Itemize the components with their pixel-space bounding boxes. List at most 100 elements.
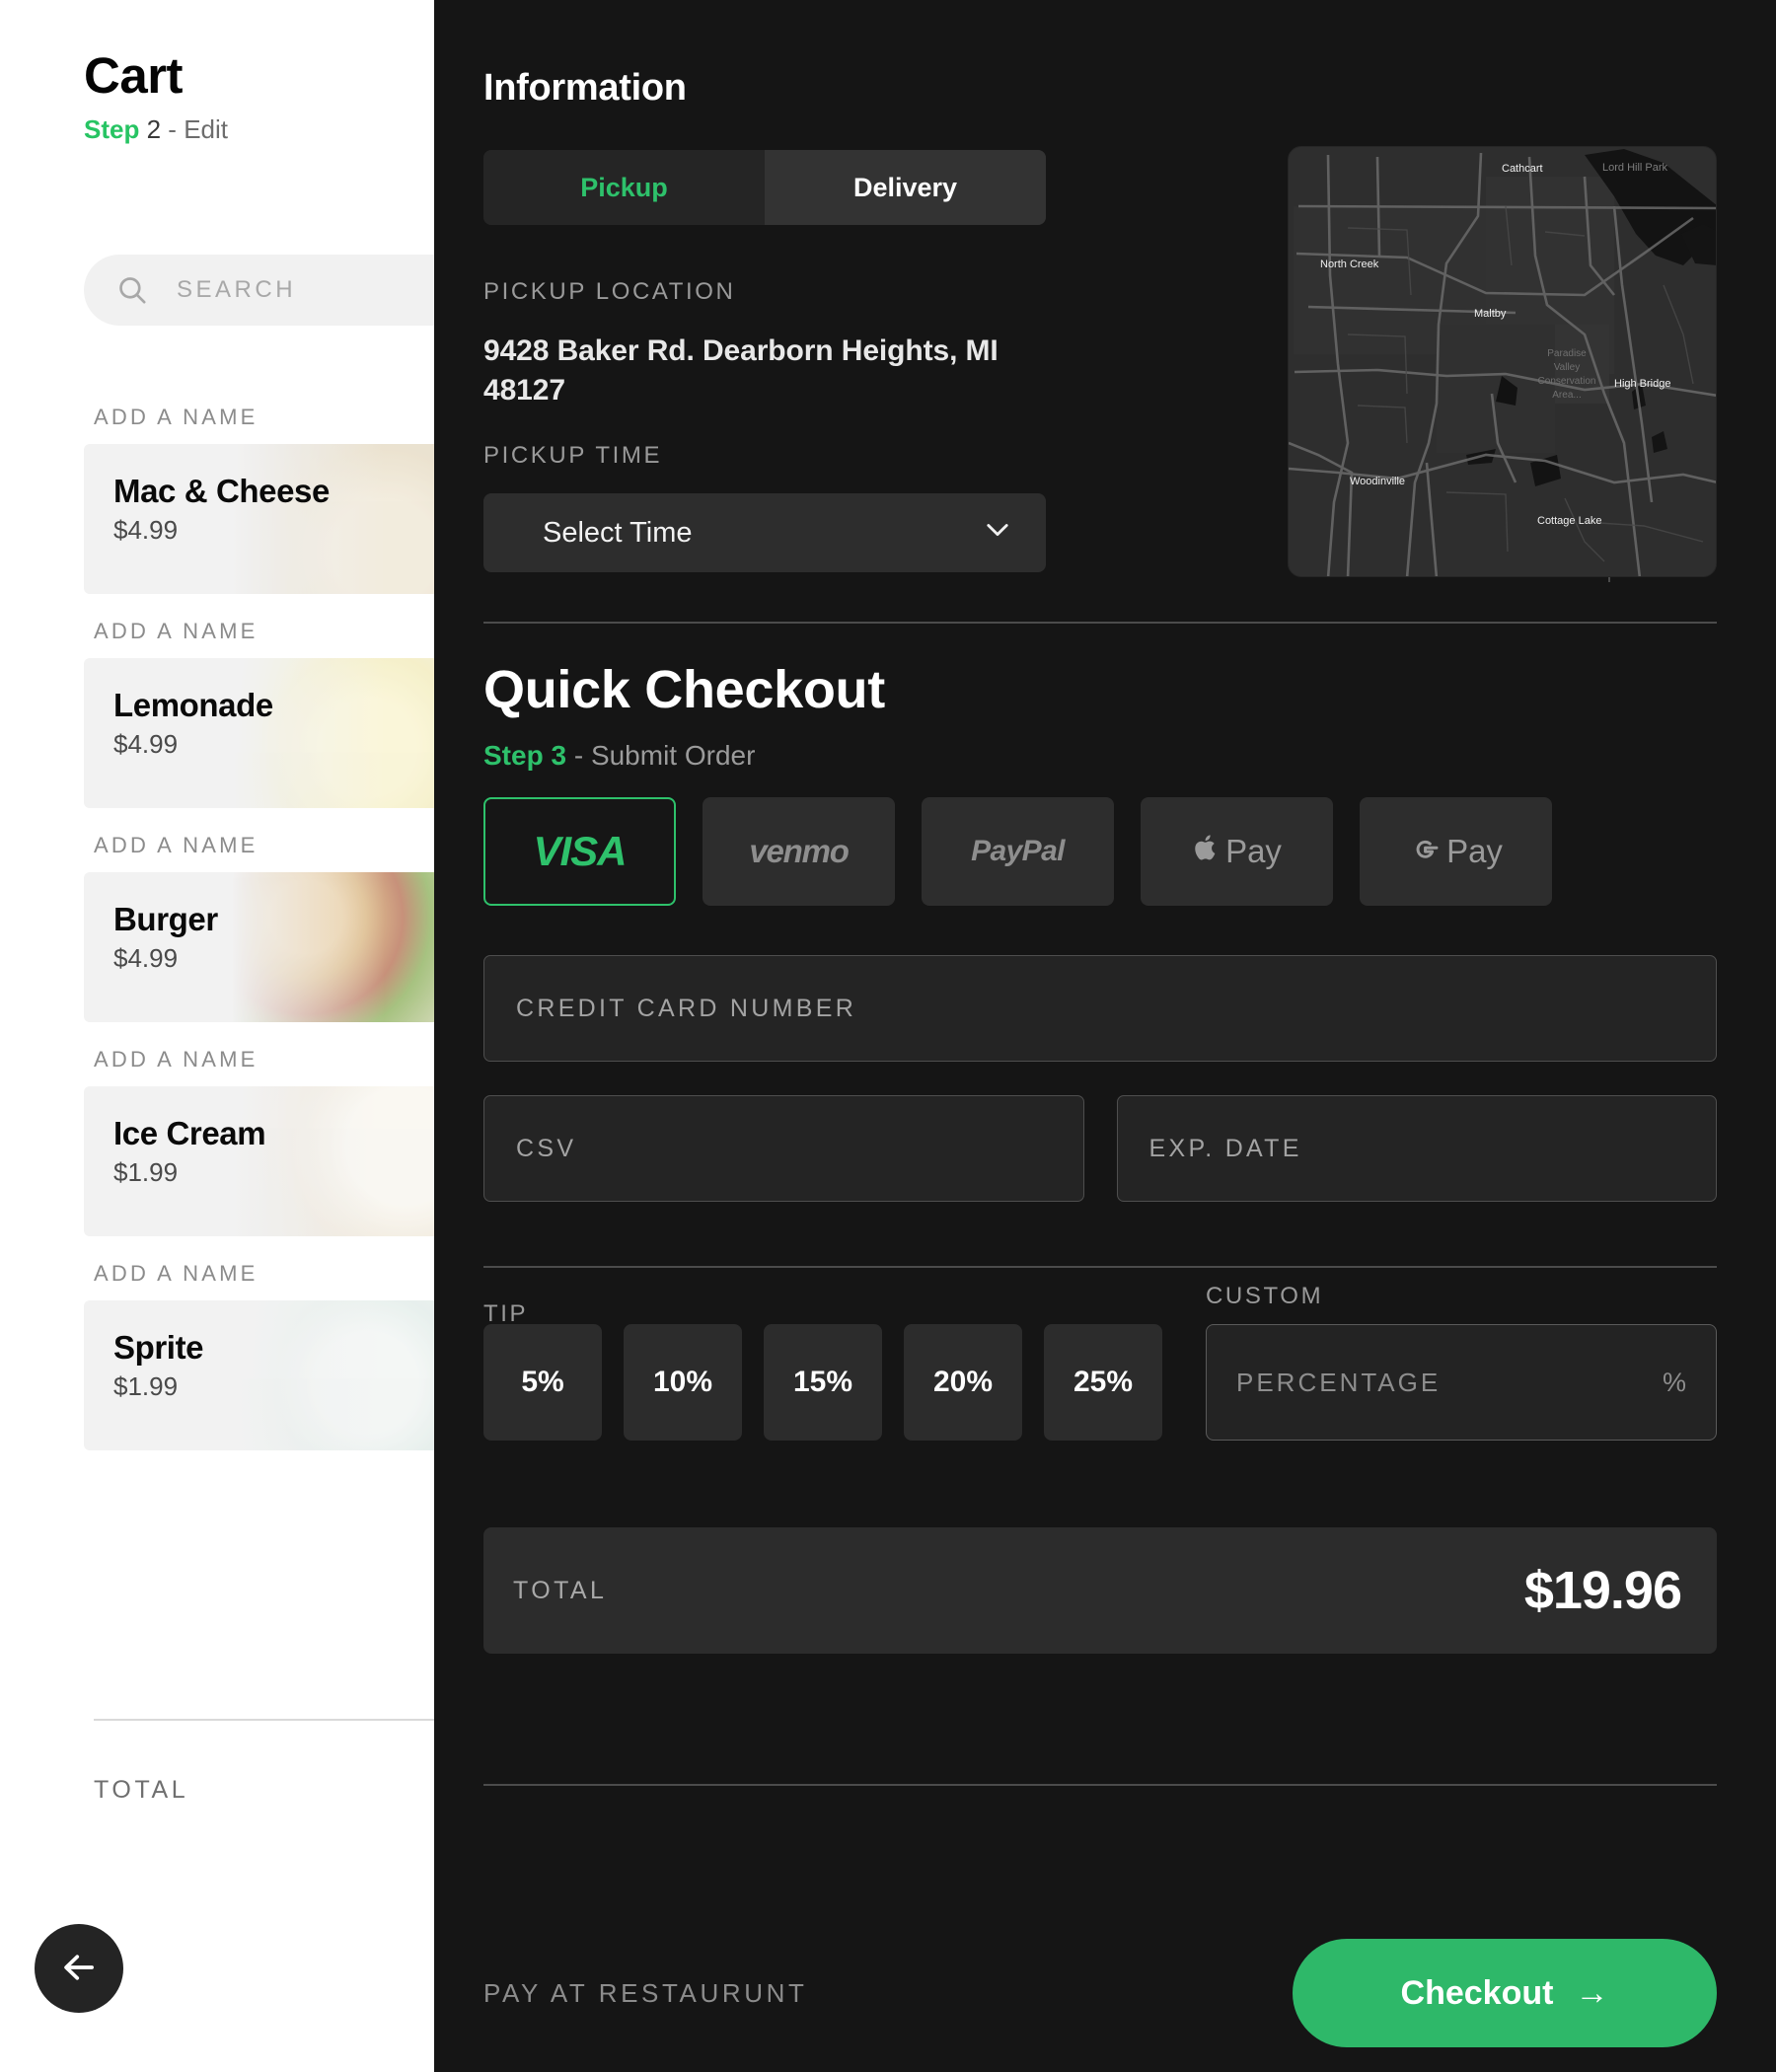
cart-item-card[interactable]: Lemonade $4.99 <box>84 658 434 808</box>
item-price: $4.99 <box>113 943 179 974</box>
item-price: $4.99 <box>113 515 179 546</box>
payment-method-apple-pay[interactable]: Pay <box>1141 797 1333 906</box>
list-item: ADD A NAME Burger $4.99 <box>0 833 434 1022</box>
list-item: ADD A NAME Mac & Cheese $4.99 <box>0 405 434 594</box>
credit-card-number-placeholder: CREDIT CARD NUMBER <box>516 994 857 1022</box>
pickup-location-map[interactable]: Cathcart Lord Hill Park North Creek Malt… <box>1288 146 1717 577</box>
order-total-label: TOTAL <box>513 1576 608 1604</box>
custom-tip-group: CUSTOM PERCENTAGE % <box>1206 1283 1717 1441</box>
csv-field[interactable]: CSV <box>483 1095 1084 1202</box>
checkout-step-number: 3 <box>551 740 567 771</box>
page-title: Cart <box>84 47 184 104</box>
back-button[interactable] <box>35 1924 123 2013</box>
search-placeholder: SEARCH <box>177 276 297 303</box>
list-item: ADD A NAME Lemonade $4.99 <box>0 619 434 808</box>
arrow-right-icon: → <box>1575 1973 1609 2012</box>
item-price: $1.99 <box>113 1157 179 1188</box>
map-label: Maltby <box>1474 308 1507 320</box>
checkout-button-label: Checkout <box>1400 1973 1554 2012</box>
svg-text:Paradise: Paradise <box>1547 348 1587 359</box>
order-total-bar: TOTAL $19.96 <box>483 1527 1717 1654</box>
svg-text:Conservation: Conservation <box>1538 376 1596 387</box>
search-icon <box>115 273 149 307</box>
add-a-name-label[interactable]: ADD A NAME <box>0 619 434 644</box>
add-a-name-label[interactable]: ADD A NAME <box>0 833 434 858</box>
item-name: Sprite <box>113 1329 204 1366</box>
exp-date-placeholder: EXP. DATE <box>1148 1134 1302 1162</box>
pickup-location-value: 9428 Baker Rd. Dearborn Heights, MI 4812… <box>483 334 999 407</box>
cart-item-card[interactable]: Burger $4.99 <box>84 872 434 1022</box>
cart-item-card[interactable]: Mac & Cheese $4.99 <box>84 444 434 594</box>
checkout-main-panel: Information Pickup Delivery PICKUP LOCAT… <box>434 0 1776 2072</box>
list-item: ADD A NAME Sprite $1.99 <box>0 1261 434 1450</box>
tip-option-10[interactable]: 10% <box>624 1324 742 1441</box>
map-label: High Bridge <box>1614 378 1670 390</box>
cart-sidebar: Cart Step 2 - Edit SEARCH ADD A NAME Mac… <box>0 0 434 2072</box>
select-time-dropdown[interactable]: Select Time <box>483 493 1046 572</box>
custom-tip-input[interactable]: PERCENTAGE % <box>1206 1324 1717 1441</box>
item-name: Burger <box>113 901 218 937</box>
tab-delivery[interactable]: Delivery <box>765 150 1046 225</box>
apple-pay-label: Pay <box>1225 833 1282 869</box>
map-label: North Creek <box>1320 259 1379 270</box>
divider <box>483 1266 1717 1268</box>
payment-method-paypal[interactable]: PayPal <box>922 797 1114 906</box>
add-a-name-label[interactable]: ADD A NAME <box>0 1261 434 1287</box>
add-a-name-label[interactable]: ADD A NAME <box>0 1047 434 1073</box>
arrow-left-icon <box>58 1947 100 1991</box>
google-pay-label: Pay <box>1446 833 1503 869</box>
payment-method-venmo[interactable]: venmo <box>703 797 895 906</box>
item-name: Lemonade <box>113 687 273 723</box>
tab-pickup[interactable]: Pickup <box>483 150 765 225</box>
search-input[interactable]: SEARCH <box>84 255 434 326</box>
tip-option-15[interactable]: 15% <box>764 1324 882 1441</box>
checkout-screen: Cart Step 2 - Edit SEARCH ADD A NAME Mac… <box>0 0 1776 2072</box>
cart-step-label: Step <box>84 113 140 144</box>
payment-method-google-pay[interactable]: Pay <box>1360 797 1552 906</box>
svg-text:Area...: Area... <box>1552 390 1581 401</box>
cart-step-indicator: Step 2 - Edit <box>84 114 434 145</box>
custom-tip-placeholder: PERCENTAGE <box>1236 1367 1442 1397</box>
cart-step-number: 2 <box>146 113 162 144</box>
visa-logo: VISA <box>533 828 627 874</box>
map-canvas: Cathcart Lord Hill Park North Creek Malt… <box>1289 147 1716 576</box>
fulfillment-toggle: Pickup Delivery <box>483 150 1046 225</box>
apple-logo-icon <box>1192 832 1220 871</box>
tip-option-20[interactable]: 20% <box>904 1324 1022 1441</box>
tip-option-25[interactable]: 25% <box>1044 1324 1162 1441</box>
cart-step-action: Edit <box>184 113 228 144</box>
cart-total-label: TOTAL <box>94 1776 189 1804</box>
custom-tip-label: CUSTOM <box>1206 1283 1324 1309</box>
item-name: Mac & Cheese <box>113 473 330 509</box>
item-price: $4.99 <box>113 729 179 760</box>
divider <box>483 1784 1717 1786</box>
map-label: Cottage Lake <box>1537 515 1601 527</box>
tip-option-5[interactable]: 5% <box>483 1324 602 1441</box>
credit-card-number-field[interactable]: CREDIT CARD NUMBER <box>483 955 1717 1062</box>
checkout-step-sep: - <box>573 740 584 771</box>
add-a-name-label[interactable]: ADD A NAME <box>0 405 434 430</box>
map-label: Cathcart <box>1502 163 1543 175</box>
quick-checkout-heading: Quick Checkout <box>483 660 885 719</box>
map-label: Lord Hill Park <box>1602 162 1668 174</box>
cart-header: Cart Step 2 - Edit <box>0 0 434 145</box>
map-label: Woodinville <box>1350 476 1405 487</box>
order-total-amount: $19.96 <box>1523 1561 1682 1620</box>
checkout-step-action: Submit Order <box>590 740 756 771</box>
exp-date-field[interactable]: EXP. DATE <box>1116 1095 1717 1202</box>
select-time-value: Select Time <box>543 516 693 549</box>
pay-at-restaurant-link[interactable]: PAY AT RESTAURUNT <box>483 1978 807 2009</box>
checkout-button[interactable]: Checkout → <box>1293 1939 1717 2047</box>
tip-selector: 5% 10% 15% 20% 25% CUSTOM PERCENTAGE % <box>483 1283 1717 1441</box>
csv-placeholder: CSV <box>516 1134 577 1162</box>
divider <box>483 622 1717 624</box>
checkout-step-indicator: Step 3 - Submit Order <box>483 740 1717 772</box>
cart-item-card[interactable]: Sprite $1.99 <box>84 1300 434 1450</box>
cart-item-card[interactable]: Ice Cream $1.99 <box>84 1086 434 1236</box>
payment-method-list: VISA venmo PayPal Pay Pay <box>483 797 1717 906</box>
payment-method-visa[interactable]: VISA <box>483 797 676 906</box>
svg-text:Valley: Valley <box>1554 362 1581 373</box>
item-name: Ice Cream <box>113 1115 266 1151</box>
google-g-icon <box>1409 832 1441 871</box>
cart-item-list: ADD A NAME Mac & Cheese $4.99 ADD A NAME… <box>0 405 434 1475</box>
